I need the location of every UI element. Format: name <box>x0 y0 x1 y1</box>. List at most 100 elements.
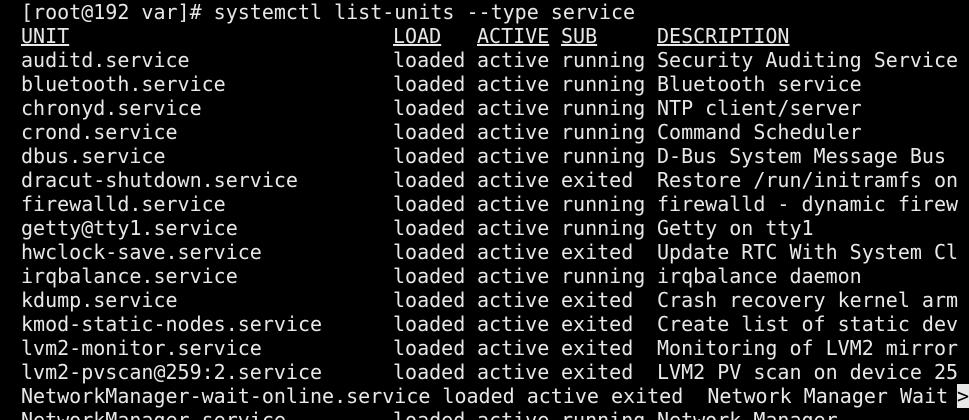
row-sub: running <box>561 96 646 120</box>
table-row: lvm2-monitor.service loaded active exite… <box>21 336 958 360</box>
table-row: dbus.service loaded active running D-Bus… <box>21 144 946 168</box>
row-load: loaded <box>393 120 466 144</box>
table-row: bluetooth.service loaded active running … <box>21 72 862 96</box>
table-row: kmod-static-nodes.service loaded active … <box>21 312 958 336</box>
header-active: ACTIVE <box>477 24 550 48</box>
row-load: loaded <box>393 144 466 168</box>
row-load: loaded <box>393 336 466 360</box>
row-sub: exited <box>561 288 634 312</box>
row-description: firewalld - dynamic firew <box>657 192 959 216</box>
row-load: loaded <box>393 312 466 336</box>
row-sub: running <box>561 264 646 288</box>
table-row: irqbalance.service loaded active running… <box>21 264 862 288</box>
row-load: loaded <box>393 96 466 120</box>
table-row: dracut-shutdown.service loaded active ex… <box>21 168 958 192</box>
table-row: chronyd.service loaded active running NT… <box>21 96 862 120</box>
row-load: loaded <box>393 72 466 96</box>
row-load: loaded <box>393 408 466 420</box>
row-active: active <box>477 192 550 216</box>
row-unit: crond.service <box>21 120 178 144</box>
row-description: Crash recovery kernel arm <box>657 288 959 312</box>
row-description: NTP client/server <box>657 96 862 120</box>
table-row: hwclock-save.service loaded active exite… <box>21 240 958 264</box>
row-sub: running <box>561 72 646 96</box>
row-overflow-text: NetworkManager-wait-online.service loade… <box>21 384 949 408</box>
row-active: active <box>477 144 550 168</box>
table-row: NetworkManager-wait-online.service loade… <box>21 384 948 408</box>
row-unit: lvm2-pvscan@259:2.service <box>21 360 323 384</box>
row-load: loaded <box>393 192 466 216</box>
row-active: active <box>477 240 550 264</box>
header-load: LOAD <box>393 24 442 48</box>
row-unit: kdump.service <box>21 288 178 312</box>
row-unit: dbus.service <box>21 144 166 168</box>
row-description: LVM2 PV scan on device 25 <box>657 360 959 384</box>
table-row: kdump.service loaded active exited Crash… <box>21 288 958 312</box>
row-description: Bluetooth service <box>657 72 862 96</box>
row-unit: NetworkManager.service <box>21 408 286 420</box>
row-unit: chronyd.service <box>21 96 202 120</box>
row-active: active <box>477 408 550 420</box>
row-sub: exited <box>561 360 634 384</box>
table-row: auditd.service loaded active running Sec… <box>21 48 958 72</box>
row-active: active <box>477 72 550 96</box>
table-row: getty@tty1.service loaded active running… <box>21 216 814 240</box>
row-unit: kmod-static-nodes.service <box>21 312 323 336</box>
row-sub: exited <box>561 240 634 264</box>
header-sub: SUB <box>561 24 598 48</box>
row-load: loaded <box>393 264 466 288</box>
row-unit: lvm2-monitor.service <box>21 336 262 360</box>
table-header: UNIT LOAD ACTIVE SUB DESCRIPTION <box>21 24 789 48</box>
terminal-window[interactable]: [root@192 var]# systemctl list-units --t… <box>0 0 969 420</box>
row-description: irqbalance daemon <box>657 264 862 288</box>
row-description: D-Bus System Message Bus <box>657 144 946 168</box>
row-description: Network Manager <box>657 408 838 420</box>
row-active: active <box>477 264 550 288</box>
row-sub: running <box>561 216 646 240</box>
row-active: active <box>477 312 550 336</box>
row-sub: running <box>561 192 646 216</box>
row-active: active <box>477 216 550 240</box>
row-unit: dracut-shutdown.service <box>21 168 298 192</box>
row-sub: running <box>561 144 646 168</box>
row-active: active <box>477 360 550 384</box>
row-description: Monitoring of LVM2 mirror <box>657 336 959 360</box>
row-active: active <box>477 336 550 360</box>
row-sub: running <box>561 408 646 420</box>
row-load: loaded <box>393 48 466 72</box>
row-unit: bluetooth.service <box>21 72 226 96</box>
row-sub: exited <box>561 168 634 192</box>
row-sub: running <box>561 48 646 72</box>
line-overflow-marker: > <box>957 384 969 408</box>
row-description: Getty on tty1 <box>657 216 814 240</box>
command-prompt: [root@192 var]# systemctl list-units --t… <box>21 0 636 24</box>
row-unit: hwclock-save.service <box>21 240 262 264</box>
header-unit: UNIT <box>21 24 70 48</box>
row-description: Security Auditing Service <box>657 48 959 72</box>
row-load: loaded <box>393 216 466 240</box>
table-row: crond.service loaded active running Comm… <box>21 120 862 144</box>
table-row: NetworkManager.service loaded active run… <box>21 408 838 420</box>
row-load: loaded <box>393 240 466 264</box>
row-sub: exited <box>561 312 634 336</box>
row-sub: running <box>561 120 646 144</box>
row-load: loaded <box>393 288 466 312</box>
row-description: Command Scheduler <box>657 120 862 144</box>
row-active: active <box>477 48 550 72</box>
row-unit: irqbalance.service <box>21 264 238 288</box>
row-description: Restore /run/initramfs on <box>657 168 959 192</box>
table-row: firewalld.service loaded active running … <box>21 192 958 216</box>
row-description: Update RTC With System Cl <box>657 240 959 264</box>
row-load: loaded <box>393 168 466 192</box>
row-active: active <box>477 288 550 312</box>
row-description: Create list of static dev <box>657 312 959 336</box>
row-unit: auditd.service <box>21 48 190 72</box>
row-sub: exited <box>561 336 634 360</box>
row-active: active <box>477 120 550 144</box>
row-load: loaded <box>393 360 466 384</box>
row-active: active <box>477 168 550 192</box>
header-description: DESCRIPTION <box>657 24 790 48</box>
row-unit: firewalld.service <box>21 192 226 216</box>
row-unit: getty@tty1.service <box>21 216 238 240</box>
table-row: lvm2-pvscan@259:2.service loaded active … <box>21 360 958 384</box>
